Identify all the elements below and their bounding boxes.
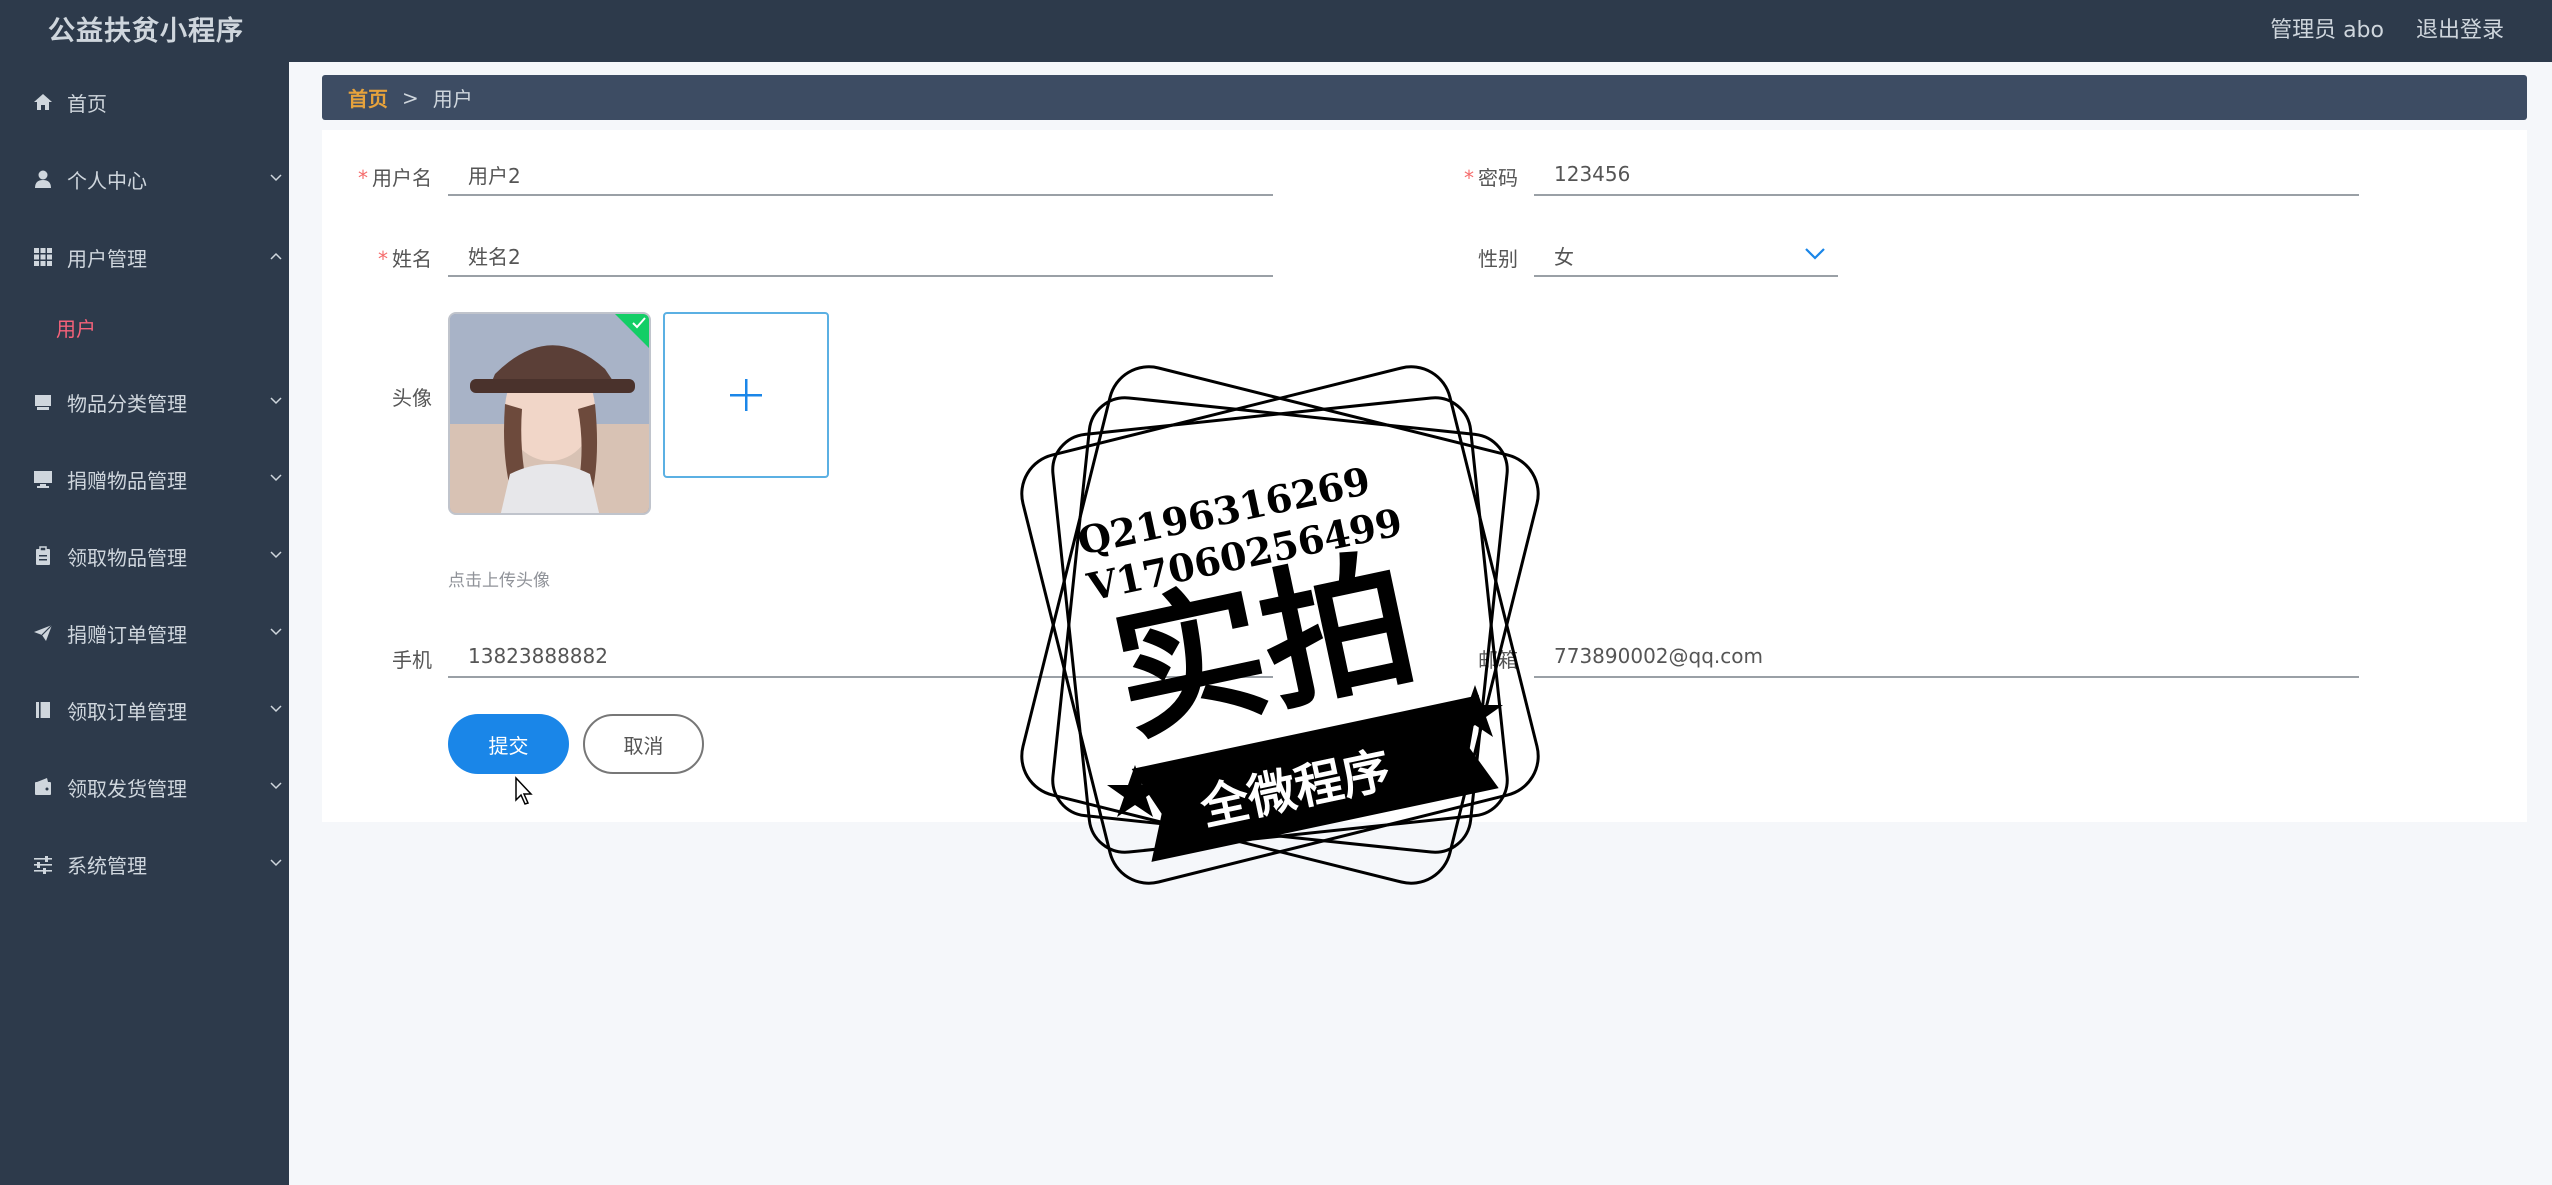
chevron-down-icon (270, 628, 282, 636)
gender-select[interactable]: 女 (1534, 235, 1838, 277)
sidebar: 首页 个人中心 用户管理 用户 物品分类管理 捐赠物品管理 领取物品管理 捐赠订… (0, 62, 289, 1185)
wallet-icon (33, 777, 53, 797)
password-input[interactable]: 123456 (1534, 154, 2359, 196)
plus-icon (730, 379, 762, 411)
chevron-down-icon (270, 474, 282, 482)
sidebar-item-label: 捐赠订单管理 (67, 622, 187, 647)
phone-label: 手机 (392, 648, 432, 672)
avatar-image[interactable] (448, 312, 651, 515)
sidebar-item-claim-goods[interactable]: 领取物品管理 (0, 526, 289, 586)
book-icon (33, 700, 53, 720)
logout-link[interactable]: 退出登录 (2416, 12, 2504, 44)
app-title: 公益扶贫小程序 (48, 15, 244, 47)
monitor-icon (33, 469, 53, 489)
send-icon (33, 623, 53, 643)
top-bar: 公益扶贫小程序 管理员 abo 退出登录 (0, 0, 2552, 62)
chevron-down-icon (1805, 248, 1825, 260)
breadcrumb: 首页 > 用户 (322, 75, 2527, 120)
sidebar-item-home[interactable]: 首页 (0, 72, 289, 132)
header-actions: 管理员 abo 退出登录 (2270, 12, 2504, 44)
sidebar-item-profile[interactable]: 个人中心 (0, 149, 289, 209)
chevron-down-icon (270, 551, 282, 559)
sidebar-item-label: 领取订单管理 (67, 699, 187, 724)
name-input[interactable]: 姓名2 (448, 235, 1273, 277)
home-icon (33, 92, 53, 112)
user-icon (33, 169, 53, 189)
sidebar-item-claim-shipping[interactable]: 领取发货管理 (0, 757, 289, 817)
submit-button[interactable]: 提交 (448, 714, 569, 774)
chevron-down-icon (270, 859, 282, 867)
gender-label: 性别 (1478, 247, 1518, 271)
sidebar-item-user-management[interactable]: 用户管理 (0, 227, 289, 287)
avatar-label: 头像 (392, 386, 432, 410)
sidebar-item-donation-orders[interactable]: 捐赠订单管理 (0, 603, 289, 663)
username-label: * 用户名 (358, 166, 432, 190)
chevron-down-icon (270, 782, 282, 790)
sidebar-item-label: 系统管理 (67, 853, 147, 878)
name-label: * 姓名 (378, 247, 432, 271)
mouse-cursor-icon (515, 776, 533, 805)
sidebar-item-label: 用户管理 (67, 246, 147, 271)
sidebar-item-label: 物品分类管理 (67, 391, 187, 416)
sidebar-item-label: 个人中心 (67, 168, 147, 193)
breadcrumb-current: 用户 (432, 87, 473, 111)
sidebar-item-label: 领取发货管理 (67, 776, 187, 801)
breadcrumb-home[interactable]: 首页 (348, 83, 388, 112)
sidebar-item-system[interactable]: 系统管理 (0, 834, 289, 894)
email-input[interactable]: 773890002@qq.com (1534, 636, 2359, 678)
avatar-upload-hint: 点击上传头像 (448, 571, 550, 591)
cancel-button[interactable]: 取消 (583, 714, 704, 774)
chevron-down-icon (270, 705, 282, 713)
sidebar-item-donation-goods[interactable]: 捐赠物品管理 (0, 449, 289, 509)
admin-name[interactable]: 管理员 abo (2270, 12, 2384, 44)
avatar-upload-button[interactable] (663, 312, 829, 478)
sidebar-item-claim-orders[interactable]: 领取订单管理 (0, 680, 289, 740)
check-icon (632, 317, 646, 329)
grid-icon (33, 247, 53, 267)
sidebar-item-label: 捐赠物品管理 (67, 468, 187, 493)
clipboard-icon (33, 546, 53, 566)
breadcrumb-separator: > (402, 85, 419, 110)
username-input[interactable]: 用户2 (448, 154, 1273, 196)
sliders-icon (33, 854, 53, 874)
sidebar-item-label: 领取物品管理 (67, 545, 187, 570)
password-label: * 密码 (1464, 166, 1518, 190)
sidebar-subitem-user[interactable]: 用户 (0, 302, 289, 352)
phone-input[interactable]: 13823888882 (448, 636, 1273, 678)
sidebar-item-label: 首页 (67, 91, 107, 116)
email-label: 邮箱 (1478, 648, 1518, 672)
box-icon (33, 392, 53, 412)
sidebar-item-category[interactable]: 物品分类管理 (0, 372, 289, 432)
